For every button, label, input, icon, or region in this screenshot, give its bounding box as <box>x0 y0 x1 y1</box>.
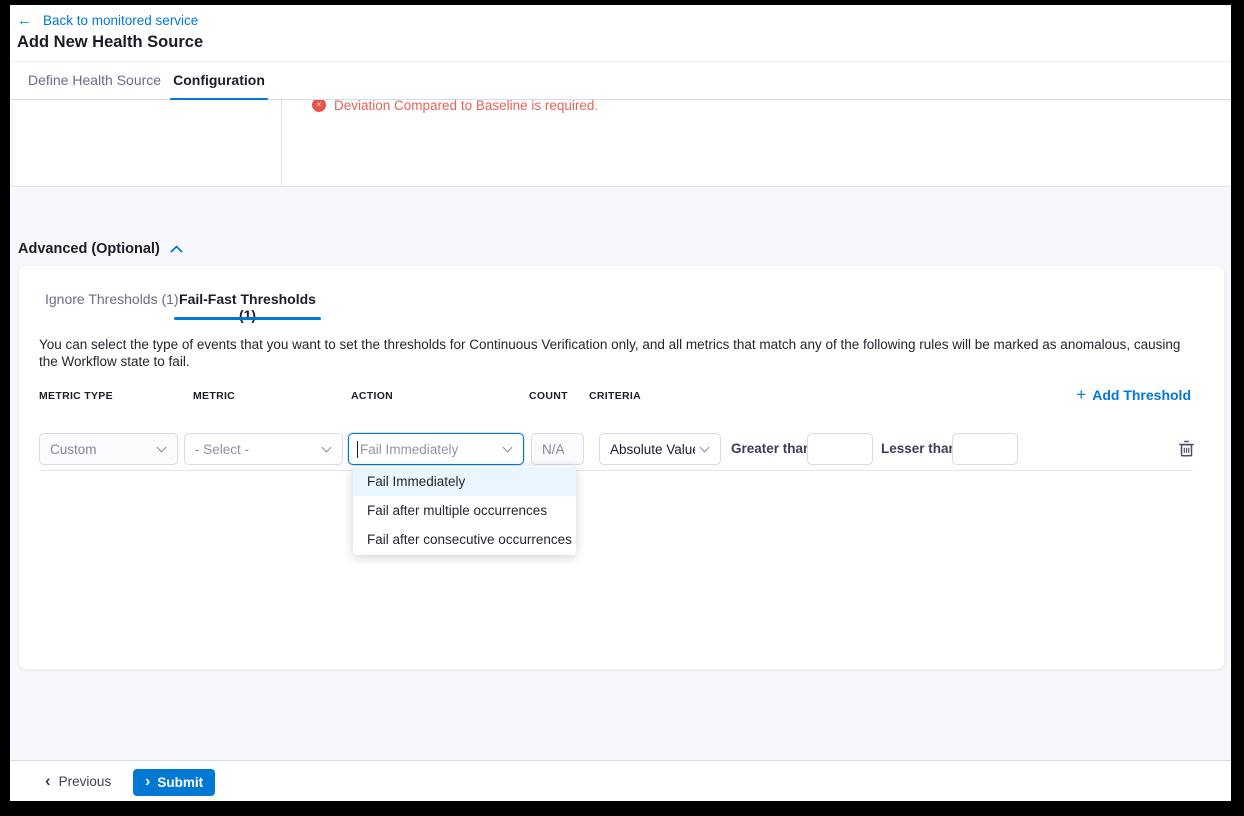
column-header-metric: METRIC <box>193 390 235 402</box>
chevron-up-icon <box>170 245 183 258</box>
criteria-select[interactable]: Absolute Value <box>599 433 721 465</box>
column-header-count: COUNT <box>529 390 568 402</box>
count-field: N/A <box>531 433 584 465</box>
page-title: Add New Health Source <box>17 33 203 52</box>
metric-type-select[interactable]: Custom <box>39 433 178 465</box>
configuration-panel: × Deviation Compared to Baseline is requ… <box>10 100 1231 187</box>
greater-than-label: Greater than <box>731 433 811 465</box>
column-header-criteria: CRITERIA <box>589 390 641 402</box>
chevron-down-icon <box>322 443 332 453</box>
active-tab-underline <box>174 317 321 320</box>
tab-configuration[interactable]: Configuration <box>170 62 268 99</box>
previous-label: Previous <box>59 774 112 789</box>
action-combobox[interactable]: Fail Immediately <box>348 433 524 465</box>
main-tab-bar: Define Health Source Configuration <box>10 62 1231 100</box>
column-header-metric-type: METRIC TYPE <box>39 390 113 402</box>
chevron-left-icon: ‹ <box>45 771 51 791</box>
column-header-action: ACTION <box>351 390 393 402</box>
thresholds-card: Ignore Thresholds (1) Fail-Fast Threshol… <box>18 265 1225 670</box>
back-link-label: Back to monitored service <box>43 13 198 28</box>
tab-configuration-label: Configuration <box>173 72 265 88</box>
panel-divider <box>281 100 282 186</box>
chevron-down-icon <box>157 443 167 453</box>
plus-icon: + <box>1076 385 1086 405</box>
menu-item-fail-after-consecutive[interactable]: Fail after consecutive occurrences <box>353 525 576 554</box>
delete-row-button[interactable] <box>1174 438 1198 462</box>
app-window: ← Back to monitored service Add New Heal… <box>10 5 1231 801</box>
submit-button[interactable]: › Submit <box>133 769 215 796</box>
greater-than-input[interactable] <box>807 433 873 465</box>
panel-left-border <box>12 102 13 186</box>
thresholds-description: You can select the type of events that y… <box>39 336 1199 370</box>
metric-select[interactable]: - Select - <box>184 433 343 465</box>
chevron-right-icon: › <box>145 773 150 791</box>
action-dropdown-menu: Fail Immediately Fail after multiple occ… <box>353 466 576 555</box>
advanced-section-label: Advanced (Optional) <box>18 241 160 257</box>
chevron-down-icon <box>503 443 513 453</box>
add-threshold-label: Add Threshold <box>1092 387 1191 403</box>
chevron-down-icon <box>700 443 710 453</box>
count-value: N/A <box>532 442 583 457</box>
back-arrow-icon: ← <box>17 12 32 29</box>
wizard-footer: ‹ Previous › Submit <box>10 760 1231 801</box>
tab-define-health-source[interactable]: Define Health Source <box>28 62 161 99</box>
trash-icon <box>1178 440 1195 458</box>
action-value: Fail Immediately <box>358 442 498 457</box>
error-icon: × <box>312 100 326 112</box>
submit-label: Submit <box>157 775 203 790</box>
back-link[interactable]: ← Back to monitored service <box>17 12 198 29</box>
criteria-value: Absolute Value <box>600 442 695 457</box>
error-message: Deviation Compared to Baseline is requir… <box>334 100 598 113</box>
menu-item-fail-immediately[interactable]: Fail Immediately <box>353 467 576 496</box>
lesser-than-input[interactable] <box>952 433 1018 465</box>
validation-error: × Deviation Compared to Baseline is requ… <box>312 100 598 113</box>
metric-type-value: Custom <box>40 442 152 457</box>
row-divider <box>39 470 1193 471</box>
metric-value: - Select - <box>185 442 317 457</box>
previous-button[interactable]: ‹ Previous <box>45 761 111 801</box>
advanced-section-toggle[interactable]: Advanced (Optional) <box>18 241 181 257</box>
lesser-than-label: Lesser than <box>881 433 957 465</box>
menu-item-fail-after-multiple[interactable]: Fail after multiple occurrences <box>353 496 576 525</box>
tab-ignore-thresholds[interactable]: Ignore Thresholds (1) <box>45 291 179 307</box>
add-threshold-button[interactable]: + Add Threshold <box>1076 385 1191 405</box>
